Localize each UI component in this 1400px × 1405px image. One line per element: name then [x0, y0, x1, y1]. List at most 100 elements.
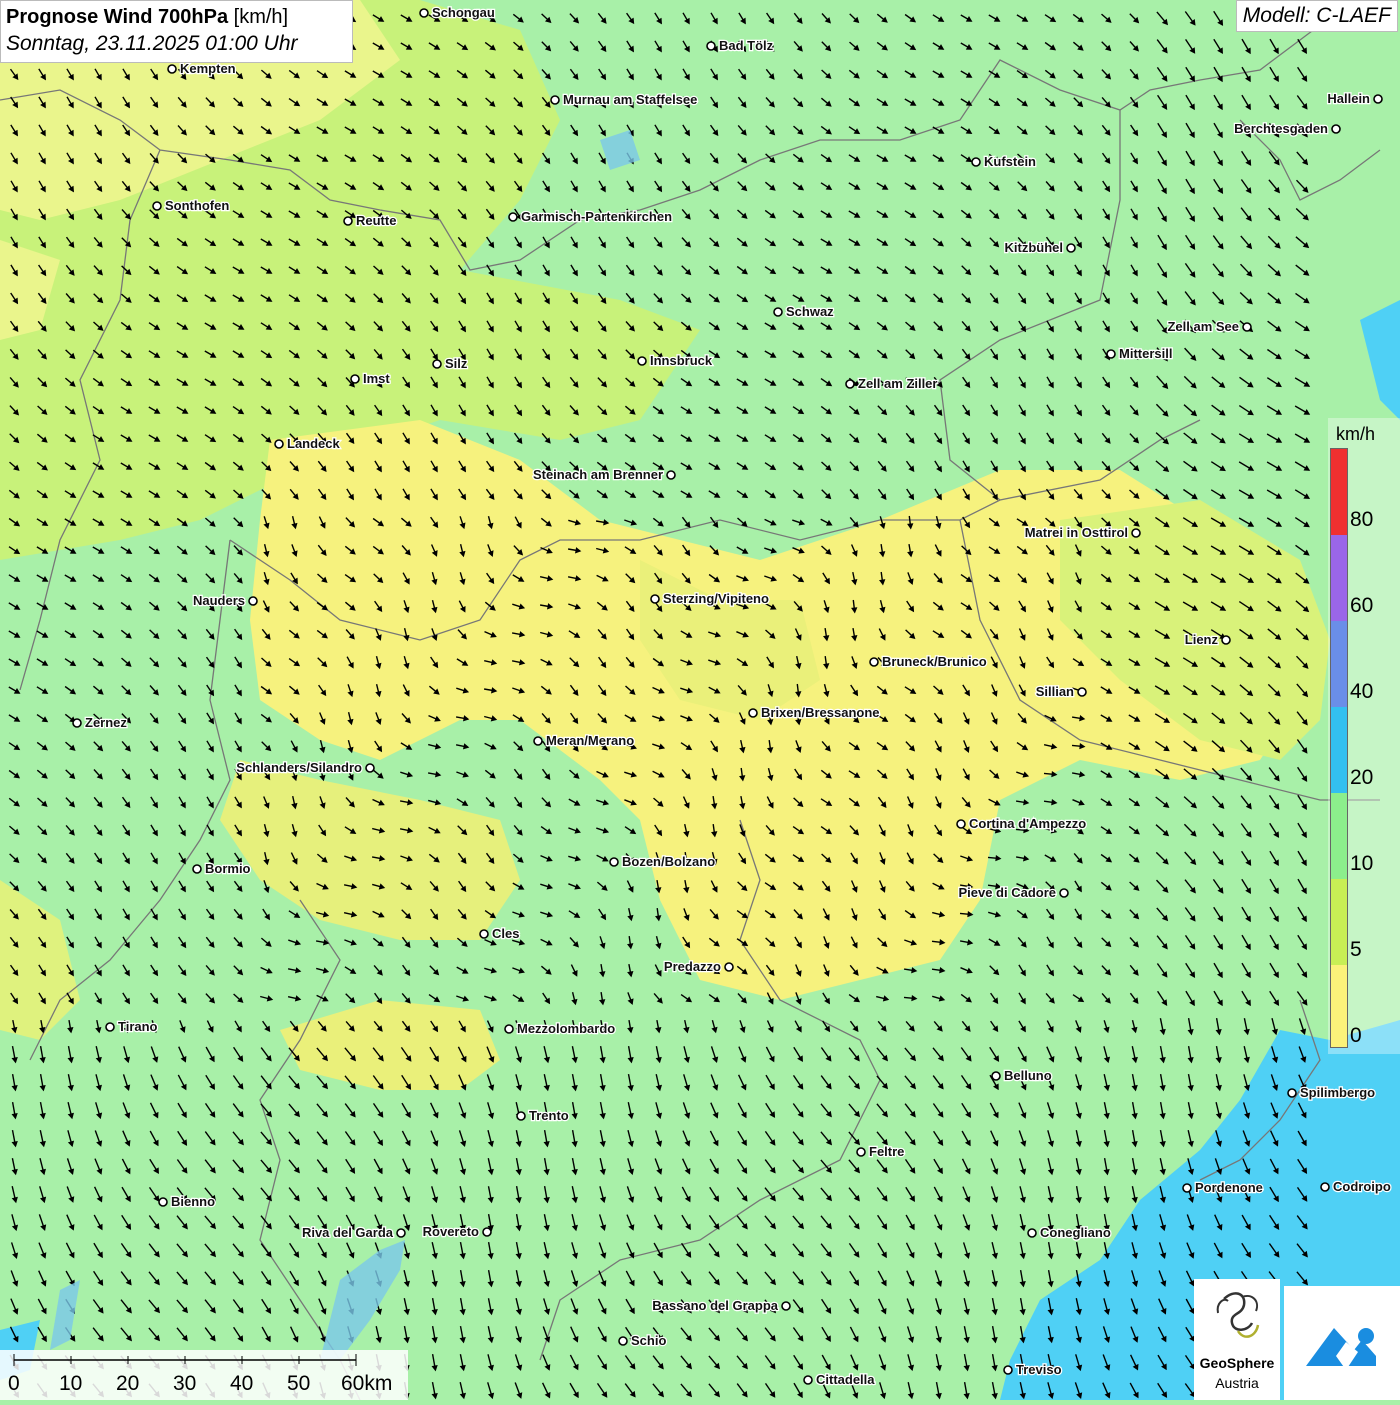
city-marker	[350, 374, 360, 384]
city-marker	[167, 64, 177, 74]
scale-bar: 0 10 20 30 40 50 60km	[0, 1350, 408, 1400]
city-berchtesgaden: Berchtesgaden	[1233, 120, 1341, 137]
city-steinach-am-brenner: Steinach am Brenner	[532, 466, 676, 483]
color-legend: km/h 80 60 40 20 10 5 0	[1328, 418, 1400, 1054]
city-label: Reutte	[356, 213, 396, 228]
city-marker	[274, 439, 284, 449]
legend-unit: km/h	[1336, 424, 1376, 444]
city-marker	[508, 212, 518, 222]
legend-seg-80	[1331, 449, 1347, 535]
city-marker	[1331, 124, 1341, 134]
city-label: Tirano	[118, 1019, 158, 1034]
city-marker	[1106, 349, 1116, 359]
city-marker	[343, 216, 353, 226]
city-label: Spilimbergo	[1300, 1085, 1375, 1100]
city-bozen-bolzano: Bozen/Bolzano	[609, 853, 716, 870]
city-marker	[956, 819, 966, 829]
city-label: Zell am Ziller	[858, 376, 937, 391]
city-label: Kufstein	[984, 154, 1036, 169]
geosphere-logo: GeoSphere Austria	[1194, 1279, 1280, 1400]
city-label: Brixen/Bressanone	[761, 705, 880, 720]
model-label: Modell: C-LAEF	[1235, 0, 1398, 32]
city-marker	[72, 718, 82, 728]
city-marker	[748, 708, 758, 718]
city-label: Zernez	[85, 715, 127, 730]
city-marker	[609, 857, 619, 867]
city-zell-am-see: Zell am See	[1166, 318, 1252, 335]
scale-label-40: 40	[230, 1372, 254, 1395]
city-label: Hallein	[1327, 91, 1370, 106]
city-sterzing-vipiteno: Sterzing/Vipiteno	[650, 590, 770, 607]
city-marker	[1027, 1228, 1037, 1238]
legend-seg-60	[1331, 535, 1347, 621]
city-marker	[105, 1022, 115, 1032]
city-label: Steinach am Brenner	[533, 467, 663, 482]
city-marker	[991, 1071, 1001, 1081]
city-label: Kempten	[180, 61, 236, 76]
app-logo	[1284, 1286, 1400, 1400]
city-label: Bormio	[205, 861, 251, 876]
city-matrei-in-osttirol: Matrei in Osttirol	[1023, 524, 1141, 541]
city-label: Schongau	[432, 5, 495, 20]
city-label: Mezzolombardo	[517, 1021, 615, 1036]
city-marker	[1131, 528, 1141, 538]
legend-label-10: 10	[1350, 852, 1374, 875]
wind-map: SchongauBad TölzKemptenMurnau am Staffel…	[0, 0, 1400, 1400]
city-marker	[637, 356, 647, 366]
city-marker	[971, 157, 981, 167]
city-label: Sillian	[1036, 684, 1074, 699]
city-label: Bozen/Bolzano	[622, 854, 715, 869]
map-title: Prognose Wind 700hPa [km/h] Sonntag, 23.…	[0, 0, 353, 63]
city-mezzolombardo: Mezzolombardo	[504, 1020, 617, 1037]
city-label: Schwaz	[786, 304, 834, 319]
city-meran-merano: Meran/Merano	[533, 732, 635, 749]
city-marker	[1066, 243, 1076, 253]
city-schongau: Schongau	[419, 4, 496, 21]
city-pordenone: Pordenone	[1182, 1179, 1264, 1196]
scale-label-20: 20	[116, 1372, 140, 1395]
city-label: Matrei in Osttirol	[1025, 525, 1128, 540]
city-label: Mittersill	[1119, 346, 1172, 361]
city-marker	[724, 962, 734, 972]
city-marker	[1003, 1365, 1013, 1375]
city-label: Rovereto	[423, 1224, 479, 1239]
city-label: Cittadella	[816, 1372, 875, 1387]
city-spilimbergo: Spilimbergo	[1287, 1084, 1376, 1101]
city-bruneck-brunico: Bruneck/Brunico	[869, 653, 988, 670]
city-label: Codroipo	[1333, 1179, 1391, 1194]
city-marker	[419, 8, 429, 18]
title-unit: [km/h]	[233, 6, 289, 28]
legend-label-60: 60	[1350, 594, 1374, 617]
scale-label-10: 10	[59, 1372, 83, 1395]
legend-label-80: 80	[1350, 508, 1374, 531]
city-innsbruck: Innsbruck	[637, 352, 714, 369]
city-pieve-di-cadore: Pieve di Cadore	[957, 884, 1069, 901]
legend-label-40: 40	[1350, 680, 1374, 703]
city-cortina-d-ampezzo: Cortina d'Ampezzo	[956, 815, 1088, 832]
city-marker	[773, 307, 783, 317]
city-zell-am-ziller: Zell am Ziller	[845, 375, 939, 392]
city-marker	[504, 1024, 514, 1034]
city-marker	[1373, 94, 1383, 104]
city-brixen-bressanone: Brixen/Bressanone	[748, 704, 881, 721]
legend-seg-10	[1331, 793, 1347, 879]
city-bassano-del-grappa: Bassano del Grappa	[651, 1297, 791, 1314]
city-marker	[432, 359, 442, 369]
city-label: Garmisch-Partenkirchen	[521, 209, 672, 224]
city-label: Bassano del Grappa	[652, 1298, 778, 1313]
city-marker	[482, 1227, 492, 1237]
city-label: Treviso	[1016, 1362, 1062, 1377]
city-label: Predazzo	[664, 959, 721, 974]
city-label: Pordenone	[1195, 1180, 1263, 1195]
legend-label-5: 5	[1350, 938, 1362, 961]
city-conegliano: Conegliano	[1027, 1224, 1112, 1241]
city-murnau-am-staffelsee: Murnau am Staffelsee	[550, 91, 699, 108]
city-marker	[618, 1336, 628, 1346]
city-label: Pieve di Cadore	[958, 885, 1056, 900]
city-label: Sonthofen	[165, 198, 229, 213]
city-label: Schio	[631, 1333, 666, 1348]
city-marker	[650, 594, 660, 604]
scale-ruler	[13, 1354, 357, 1366]
city-label: Cles	[492, 926, 519, 941]
city-marker	[706, 41, 716, 51]
